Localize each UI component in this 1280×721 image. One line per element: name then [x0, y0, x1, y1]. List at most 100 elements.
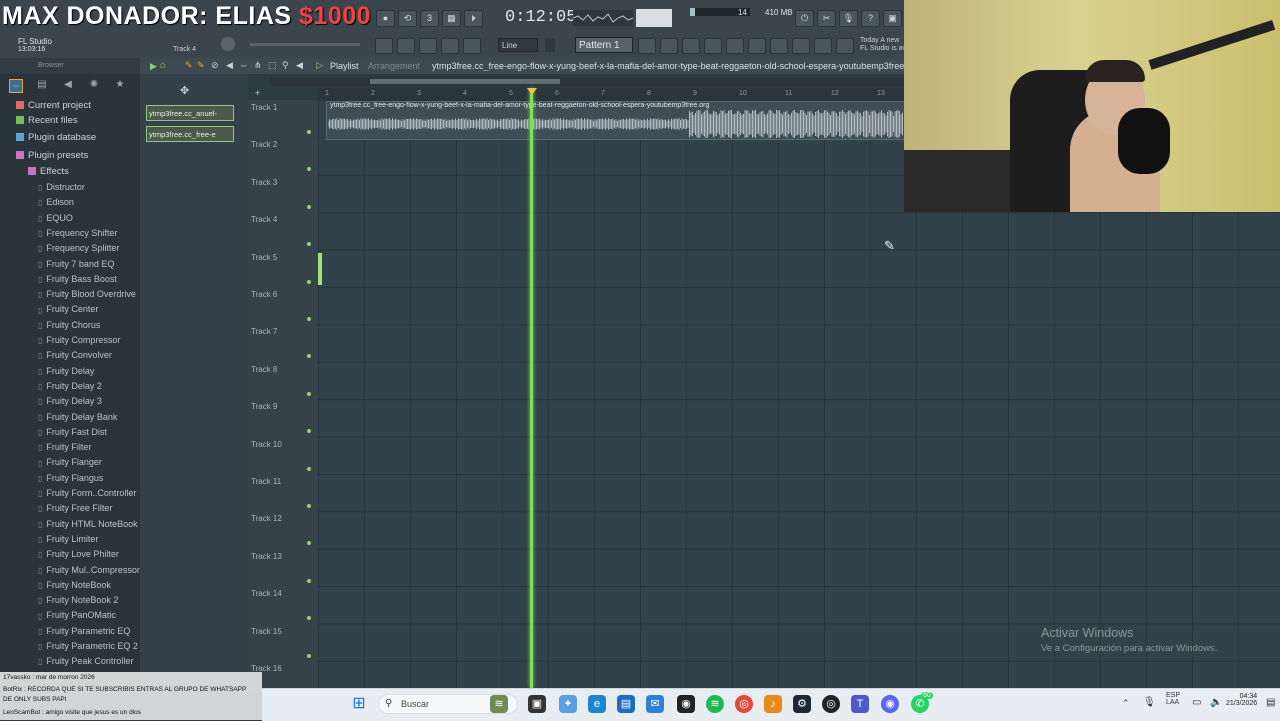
track-header[interactable]: Track 15: [251, 627, 282, 636]
notifications-icon[interactable]: ▤: [1266, 697, 1275, 708]
select-icon[interactable]: ⬚: [268, 60, 277, 71]
plugin-item[interactable]: ▯ Fruity 7 band EQ: [38, 259, 114, 269]
plugin-icon[interactable]: [770, 38, 788, 54]
paint-icon[interactable]: ✎: [197, 60, 205, 71]
plugin-item[interactable]: ▯ Fruity Flangus: [38, 473, 103, 483]
plugin-item[interactable]: ▯ Frequency Splitter: [38, 243, 119, 253]
track-header[interactable]: Track 4: [251, 215, 277, 224]
browser-section[interactable]: Plugin database: [16, 132, 96, 143]
widgets-icon[interactable]: ≋: [490, 695, 508, 713]
move-icon[interactable]: ✥: [180, 84, 189, 97]
track-header[interactable]: Track 2: [251, 140, 277, 149]
zoom-icon[interactable]: ⚲: [282, 60, 289, 71]
playhead[interactable]: [530, 88, 533, 688]
track-mute-led[interactable]: [307, 391, 311, 396]
volume-icon[interactable]: 🔈: [1210, 697, 1222, 708]
track-header[interactable]: Track 10: [251, 440, 282, 449]
pattern-select[interactable]: Pattern 1: [575, 37, 633, 53]
spotify-icon[interactable]: ≋: [706, 695, 724, 713]
plugin-item[interactable]: ▯ Fruity Form..Controller: [38, 488, 136, 498]
plugin-item[interactable]: ▯ Fruity Fast Dist: [38, 427, 107, 437]
arrangement-label[interactable]: Arrangement: [368, 61, 420, 71]
browser-section[interactable]: Current project: [16, 100, 91, 111]
taskbar-clock[interactable]: 04:34 21/3/2026: [1226, 693, 1257, 707]
plugin-item[interactable]: ▯ Fruity Delay 3: [38, 396, 102, 406]
plugin-item[interactable]: ▯ Fruity Chorus: [38, 320, 100, 330]
piano-roll-icon[interactable]: [375, 38, 393, 54]
horizontal-scrollbar[interactable]: [270, 77, 905, 86]
obs-icon[interactable]: ◎: [822, 695, 840, 713]
add-track-icon[interactable]: +: [255, 88, 260, 98]
arrow-right-icon[interactable]: [397, 38, 415, 54]
track-header[interactable]: Track 8: [251, 365, 277, 374]
plugin-item[interactable]: ▯ Fruity Compressor: [38, 335, 120, 345]
cut-icon[interactable]: ✂: [817, 10, 836, 27]
track-mute-led[interactable]: [307, 504, 311, 508]
playhead-marker[interactable]: [527, 88, 537, 95]
slice-icon[interactable]: ⋔: [254, 60, 262, 71]
track-mute-led[interactable]: [307, 204, 311, 209]
plugin-item[interactable]: ▯ Fruity Convolver: [38, 350, 112, 360]
track-mute-led[interactable]: [307, 279, 311, 284]
master-volume-knob[interactable]: [221, 37, 235, 51]
plugin-item[interactable]: ▯ Fruity Parametric EQ: [38, 626, 130, 636]
plugin-item[interactable]: ▯ Fruity Blood Overdrive: [38, 289, 136, 299]
steam-icon[interactable]: ⚙: [793, 695, 811, 713]
plugin-item[interactable]: ▯ Fruity HTML NoteBook: [38, 519, 138, 529]
plugin-item[interactable]: ▯ Fruity Delay 2: [38, 381, 102, 391]
tray-mic-icon[interactable]: 🎙: [1143, 697, 1156, 708]
plugin-item[interactable]: ▯ Fruity Delay Bank: [38, 412, 117, 422]
track-header[interactable]: Track 11: [251, 477, 281, 486]
step-seq-icon[interactable]: [660, 38, 678, 54]
pencil-icon[interactable]: ✎: [185, 60, 193, 71]
plugin-item[interactable]: ▯ Fruity Flanger: [38, 457, 102, 467]
refresh-icon[interactable]: ✺: [88, 79, 100, 91]
track-mute-led[interactable]: [307, 466, 311, 471]
effects-folder[interactable]: Effects: [28, 166, 69, 177]
track-header[interactable]: Track 13: [251, 552, 282, 561]
track-header[interactable]: Track 1: [251, 103, 277, 112]
help-icon[interactable]: ?: [861, 10, 880, 27]
plugin-item[interactable]: ▯ Fruity Mul..Compressor: [38, 565, 140, 575]
windows-start-icon[interactable]: ⊞: [350, 695, 368, 713]
track-mute-led[interactable]: [307, 317, 311, 321]
metronome-icon[interactable]: ▦: [442, 10, 461, 27]
star-icon[interactable]: ★: [114, 79, 126, 91]
tray-chevron-icon[interactable]: ⌃: [1122, 698, 1130, 709]
browser-section[interactable]: Plugin presets: [16, 150, 88, 161]
plugin-item[interactable]: ▯ Fruity Love Philter: [38, 549, 119, 559]
chrome-icon[interactable]: ◎: [735, 695, 753, 713]
plugin-item[interactable]: ▯ Fruity Limiter: [38, 534, 98, 544]
browser-icon[interactable]: [748, 38, 766, 54]
wrench-icon[interactable]: [814, 38, 832, 54]
clip-source-free[interactable]: ytmp3free.cc_free-e: [146, 126, 234, 142]
brush-icon[interactable]: [419, 38, 437, 54]
track-mute-led[interactable]: [307, 653, 311, 658]
track-header[interactable]: Track 9: [251, 402, 277, 411]
loop-icon[interactable]: ⟲: [398, 10, 417, 27]
song-time-display[interactable]: 0:12:05: [505, 8, 576, 27]
plugin-item[interactable]: ▯ Fruity Filter: [38, 442, 91, 452]
track-header[interactable]: Track 3: [251, 178, 277, 187]
plugin-item[interactable]: ▯ Fruity NoteBook: [38, 580, 111, 590]
language-indicator[interactable]: ESP LAA: [1166, 692, 1180, 706]
play-icon[interactable]: ▶: [150, 61, 157, 72]
slip-icon[interactable]: ⇔: [239, 60, 248, 70]
track-header[interactable]: Track 14: [251, 589, 282, 598]
edge-icon[interactable]: e: [588, 695, 606, 713]
browser-section[interactable]: Recent files: [16, 115, 78, 126]
track-header[interactable]: Track 5: [251, 253, 277, 262]
playlist-icon[interactable]: [638, 38, 656, 54]
save-icon[interactable]: ▣: [883, 10, 902, 27]
plugin-item[interactable]: ▯ Fruity PanOMatic: [38, 610, 116, 620]
plugin-item[interactable]: ▯ Fruity Center: [38, 304, 98, 314]
track-selector-handle[interactable]: [318, 253, 322, 285]
plugin-item[interactable]: ▯ Distructor: [38, 182, 85, 192]
plugin-item[interactable]: ▯ Fruity NoteBook 2: [38, 595, 118, 605]
wait-icon[interactable]: ⏵: [464, 10, 483, 27]
stamp-icon[interactable]: [463, 38, 481, 54]
store-icon[interactable]: ▤: [617, 695, 635, 713]
arrows-icon[interactable]: ⇔: [9, 79, 23, 93]
play-pattern-button[interactable]: [545, 38, 555, 52]
app-icon[interactable]: ◉: [677, 695, 695, 713]
